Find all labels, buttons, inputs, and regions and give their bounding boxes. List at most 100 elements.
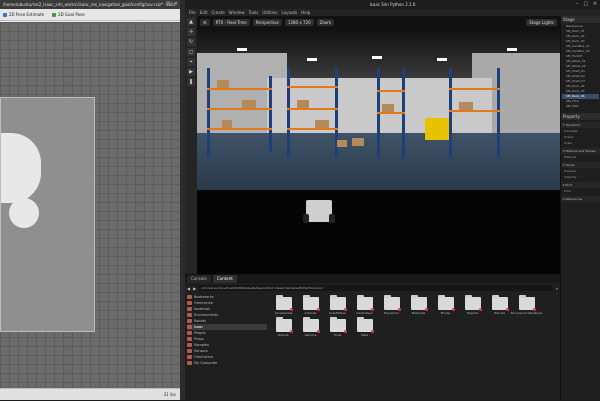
maximize-icon[interactable]: □	[583, 1, 589, 7]
ceiling-light	[437, 58, 447, 61]
folder-icon	[437, 295, 455, 311]
path-input[interactable]: omniverse://localhost/NVIDIA/Assets/Isaa…	[199, 285, 553, 291]
folder-icon	[302, 317, 320, 333]
camera-select[interactable]: Perspective	[252, 18, 282, 26]
folder-item[interactable]: Tests	[354, 317, 375, 337]
menu-file[interactable]: File	[189, 9, 196, 16]
folder-icon	[187, 331, 192, 335]
property-row: Visibility	[564, 175, 577, 179]
folder-item[interactable]: Controllers	[354, 295, 375, 315]
folder-icon	[329, 295, 347, 311]
robot-wheel	[329, 214, 335, 223]
menu-help[interactable]: Help	[301, 9, 310, 16]
folder-grid: Accessories Animals AutoMotive Controllers D…	[273, 295, 558, 397]
rack	[287, 68, 290, 158]
menu-bar: File Edit Create Window Tools Utilities …	[185, 9, 560, 16]
minimize-icon[interactable]: –	[157, 1, 163, 7]
rotate-icon[interactable]: ↻	[187, 38, 195, 46]
shelf	[207, 128, 272, 130]
goal-pose-button[interactable]: 2D Goal Pose	[52, 12, 85, 17]
path-bar: ◀ ▶ omniverse://localhost/NVIDIA/Assets/…	[187, 284, 558, 292]
select-icon[interactable]: ▲	[187, 18, 195, 26]
forward-icon[interactable]: ▶	[193, 286, 196, 291]
viewport-settings-icon[interactable]: ⚙	[200, 18, 210, 26]
sync-status-icon	[289, 330, 293, 333]
folder-icon	[356, 317, 374, 333]
stage-panel: Stage Warehouse SM_Rack_01 SM_Rack_02 SM_Ra…	[560, 16, 600, 400]
search-icon[interactable]: ⌕	[556, 286, 558, 291]
menu-tools[interactable]: Tools	[249, 9, 259, 16]
folder-icon	[410, 295, 428, 311]
pause-icon[interactable]: ❚	[187, 78, 195, 86]
folder-icon	[275, 295, 293, 311]
folder-item[interactable]: Mocap	[435, 295, 456, 315]
tab-content[interactable]: Content	[212, 275, 237, 283]
fps-readout: 31 fps	[0, 388, 180, 400]
pose-estimate-button[interactable]: 2D Pose Estimate	[3, 12, 44, 17]
map-free-space	[9, 198, 39, 228]
resolution-select[interactable]: 1280 x 720	[284, 18, 314, 26]
tab-console[interactable]: Console	[187, 275, 211, 283]
tree-item[interactable]: My Computer	[187, 360, 267, 366]
zoom-select[interactable]: Zoom	[316, 18, 335, 26]
rviz-3d-view[interactable]	[0, 22, 180, 388]
folder-item[interactable]: Objects	[462, 295, 483, 315]
scale-icon[interactable]: ◻	[187, 48, 195, 56]
menu-create[interactable]: Create	[211, 9, 224, 16]
stage-tab[interactable]: Stage	[561, 16, 600, 23]
folder-label: Dynamics	[384, 311, 399, 315]
property-tab[interactable]: Property	[561, 113, 600, 120]
folder-item[interactable]: Accessories	[273, 295, 294, 315]
menu-edit[interactable]: Edit	[200, 9, 208, 16]
close-icon[interactable]: ×	[173, 1, 179, 7]
menu-layouts[interactable]: Layouts	[281, 9, 297, 16]
menu-window[interactable]: Window	[229, 9, 245, 16]
robot-wheel	[303, 214, 309, 223]
folder-label: Robots	[278, 333, 289, 337]
folder-label: Policies	[493, 311, 506, 315]
folder-item[interactable]: Animals	[300, 295, 321, 315]
property-row: Kind	[564, 189, 571, 193]
back-icon[interactable]: ◀	[187, 286, 190, 291]
renderer-select[interactable]: RTX - Real-Time	[212, 18, 250, 26]
minimize-icon[interactable]: –	[574, 1, 580, 7]
isaac-title: Isaac Sim Python 2.1.0	[369, 2, 416, 7]
folder-icon	[275, 317, 293, 333]
folder-label: Animals	[304, 311, 317, 315]
folder-item[interactable]: Dynamics	[381, 295, 402, 315]
ceiling-light	[237, 48, 247, 51]
isaac-title-bar: Isaac Sim Python 2.1.0 – □ ×	[185, 0, 600, 9]
isaac-sim-window: Isaac Sim Python 2.1.0 – □ × File Edit C…	[185, 0, 600, 400]
folder-icon	[491, 295, 509, 311]
folder-icon	[187, 295, 192, 299]
folder-label: Materials	[411, 311, 426, 315]
sync-status-icon	[343, 308, 347, 311]
play-icon[interactable]: ▶	[187, 68, 195, 76]
sync-status-icon	[505, 308, 509, 311]
sync-status-icon	[397, 308, 401, 311]
shelf	[207, 108, 272, 110]
folder-icon	[187, 319, 192, 323]
viewport[interactable]	[197, 28, 560, 274]
folder-label: Mocap	[440, 311, 451, 315]
property-section[interactable]: ▾ References	[561, 196, 600, 202]
folder-label: Procedural Variations	[510, 311, 543, 315]
sync-status-icon	[451, 308, 455, 311]
folder-item[interactable]: Materials	[408, 295, 429, 315]
stage-item[interactable]: SM_Wall	[562, 104, 599, 109]
folder-item[interactable]: Procedural Variations	[511, 295, 542, 315]
folder-item[interactable]: Tools	[327, 317, 348, 337]
goal-pose-icon	[52, 12, 57, 17]
menu-utilities[interactable]: Utilities	[262, 9, 277, 16]
viewport-toolbar: ⚙ RTX - Real-Time Perspective 1280 x 720…	[197, 16, 560, 28]
folder-item[interactable]: Sensors	[300, 317, 321, 337]
stage-lights-toggle[interactable]: Stage Lights	[526, 18, 557, 26]
folder-item[interactable]: AutoMotive	[327, 295, 348, 315]
snap-icon[interactable]: ⌖	[187, 58, 195, 66]
folder-item[interactable]: Robots	[273, 317, 294, 337]
occupancy-map	[0, 97, 95, 332]
folder-item[interactable]: Policies	[489, 295, 510, 315]
close-icon[interactable]: ×	[592, 1, 598, 7]
move-icon[interactable]: ✛	[187, 28, 195, 36]
maximize-icon[interactable]: □	[165, 1, 171, 7]
